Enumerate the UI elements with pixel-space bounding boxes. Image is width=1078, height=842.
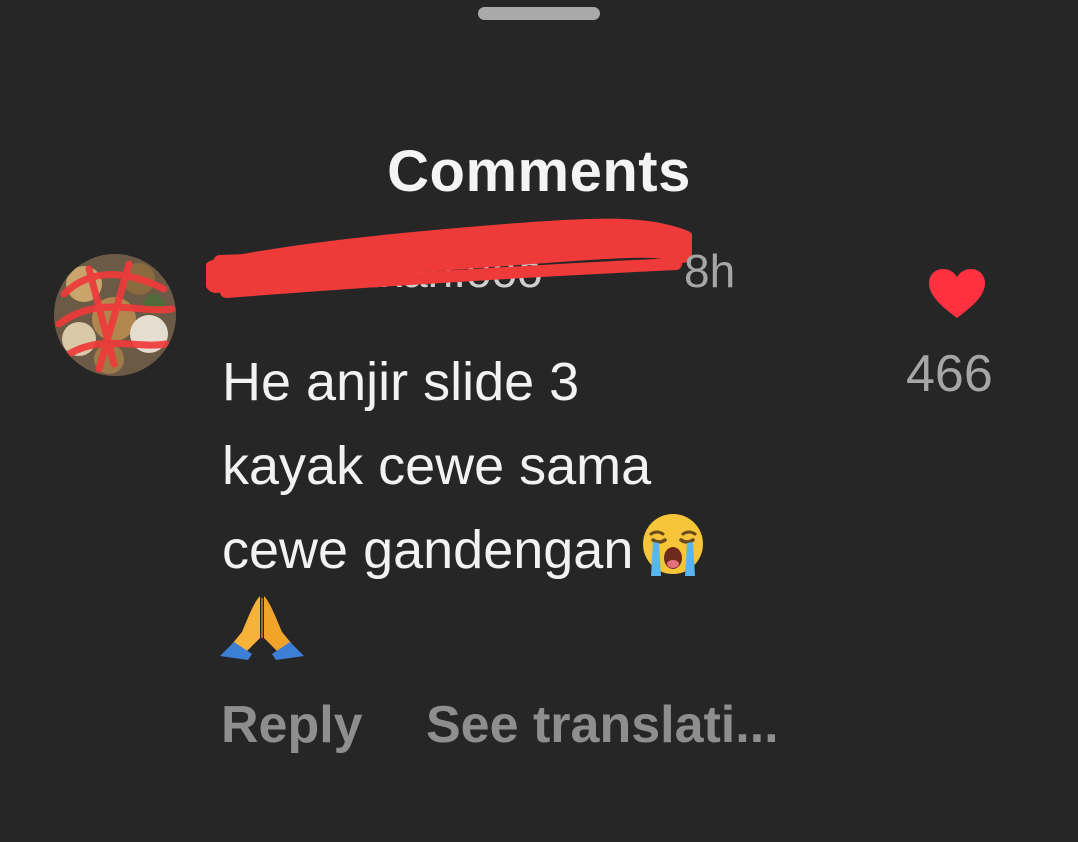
avatar[interactable] xyxy=(54,254,176,376)
sheet-drag-handle[interactable] xyxy=(478,7,600,20)
comment-username[interactable]: cakamakan.ooo xyxy=(218,243,680,299)
like-count: 466 xyxy=(906,345,993,403)
folded-hands-icon xyxy=(220,596,304,660)
see-translation-button[interactable]: See translati... xyxy=(426,694,779,756)
reply-button[interactable]: Reply xyxy=(221,694,363,756)
page-title: Comments xyxy=(387,139,691,204)
comment-text: He anjir slide 3 kayak cewe sama cewe ga… xyxy=(222,352,652,580)
comment-body: He anjir slide 3 kayak cewe sama cewe ga… xyxy=(222,340,862,592)
comment-timestamp: 8h xyxy=(684,245,736,297)
heart-icon[interactable] xyxy=(928,268,986,320)
loudly-crying-face-icon xyxy=(643,514,704,576)
